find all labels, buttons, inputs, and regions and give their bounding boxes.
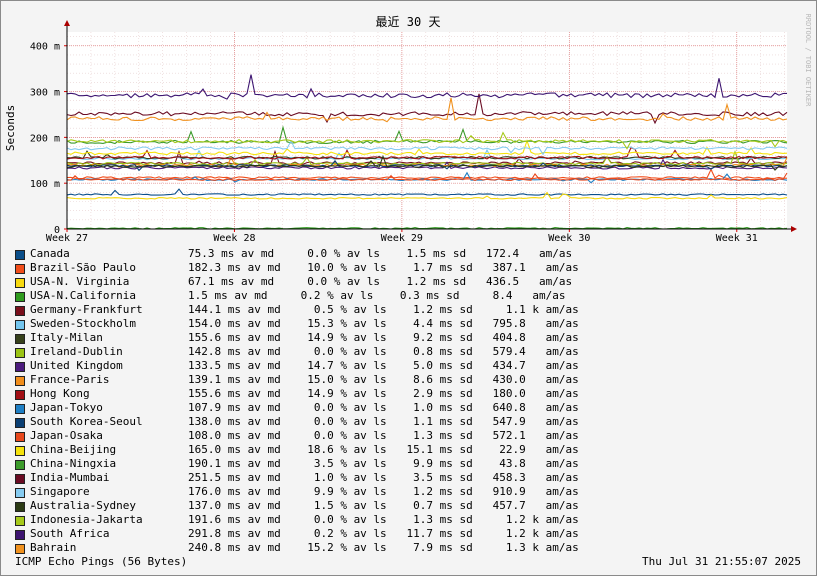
legend-swatch bbox=[15, 362, 25, 372]
legend-series-stats: 139.1 ms av md 15.0 % av ls 8.6 ms sd 43… bbox=[188, 373, 579, 386]
legend-series-name: South Africa bbox=[30, 527, 110, 540]
legend-series-stats: 108.0 ms av md 0.0 % av ls 1.3 ms sd 572… bbox=[188, 429, 579, 442]
x-tick-label: Week 30 bbox=[548, 233, 590, 244]
legend-series-name: South Korea-Seoul bbox=[30, 415, 143, 428]
legend-series-stats: 133.5 ms av md 14.7 % av ls 5.0 ms sd 43… bbox=[188, 359, 579, 372]
footer-timestamp: Thu Jul 31 21:55:07 2025 bbox=[642, 555, 801, 568]
legend-series-name: Sweden-Stockholm bbox=[30, 317, 136, 330]
footer-caption: ICMP Echo Pings (56 Bytes) bbox=[15, 555, 188, 568]
legend-series-name: Brazil-São Paulo bbox=[30, 261, 136, 274]
x-tick-label: Week 31 bbox=[716, 233, 758, 244]
legend-series-stats: 144.1 ms av md 0.5 % av ls 1.2 ms sd 1.1… bbox=[188, 303, 579, 316]
legend-series-name: China-Ningxia bbox=[30, 457, 117, 470]
legend-series-stats: 154.0 ms av md 15.3 % av ls 4.4 ms sd 79… bbox=[188, 317, 579, 330]
legend-swatch bbox=[15, 376, 25, 386]
legend-swatch bbox=[15, 348, 25, 358]
legend-series-name: Canada bbox=[30, 247, 70, 260]
legend-series-stats: 107.9 ms av md 0.0 % av ls 1.0 ms sd 640… bbox=[188, 401, 579, 414]
legend-series-name: Australia-Sydney bbox=[30, 499, 136, 512]
legend-series-name: Japan-Osaka bbox=[30, 429, 103, 442]
y-tick-label: 200 m bbox=[30, 133, 60, 144]
legend-series-stats: 137.0 ms av md 1.5 % av ls 0.7 ms sd 457… bbox=[188, 499, 579, 512]
legend-series-stats: 142.8 ms av md 0.0 % av ls 0.8 ms sd 579… bbox=[188, 345, 579, 358]
legend-series-name: France-Paris bbox=[30, 373, 110, 386]
legend-swatch bbox=[15, 320, 25, 330]
legend-series-stats: 1.5 ms av md 0.2 % av ls 0.3 ms sd 8.4 a… bbox=[188, 289, 566, 302]
legend-series-stats: 251.5 ms av md 1.0 % av ls 3.5 ms sd 458… bbox=[188, 471, 579, 484]
legend-swatch bbox=[15, 264, 25, 274]
legend-series-stats: 155.6 ms av md 14.9 % av ls 2.9 ms sd 18… bbox=[188, 387, 579, 400]
y-axis-arrow bbox=[64, 20, 70, 26]
legend-swatch bbox=[15, 278, 25, 288]
y-tick-label: 300 m bbox=[30, 88, 60, 99]
legend-series-stats: 182.3 ms av md 10.0 % av ls 1.7 ms sd 38… bbox=[188, 261, 579, 274]
legend-series-name: Hong Kong bbox=[30, 387, 90, 400]
legend-series-name: India-Mumbai bbox=[30, 471, 110, 484]
legend-series-stats: 190.1 ms av md 3.5 % av ls 9.9 ms sd 43.… bbox=[188, 457, 579, 470]
legend-swatch bbox=[15, 544, 25, 554]
legend-series-stats: 240.8 ms av md 15.2 % av ls 7.9 ms sd 1.… bbox=[188, 541, 579, 554]
grid bbox=[67, 32, 787, 229]
legend-swatch bbox=[15, 306, 25, 316]
chart-title: 最近 30 天 bbox=[376, 15, 441, 29]
legend-swatch bbox=[15, 460, 25, 470]
legend-series-name: Italy-Milan bbox=[30, 331, 103, 344]
legend-series-name: China-Beijing bbox=[30, 443, 117, 456]
legend-series-name: United Kingdom bbox=[30, 359, 123, 372]
legend-swatch bbox=[15, 488, 25, 498]
legend-swatch bbox=[15, 530, 25, 540]
y-tick-label: 100 m bbox=[30, 179, 60, 190]
legend-series-name: Japan-Tokyo bbox=[30, 401, 103, 414]
legend-swatch bbox=[15, 250, 25, 260]
chart-area: 最近 30 天 Seconds RRDTOOL / TOBI OETIKER 0… bbox=[4, 14, 812, 244]
legend-swatch bbox=[15, 502, 25, 512]
legend-swatch bbox=[15, 516, 25, 526]
x-tick-label: Week 28 bbox=[213, 233, 255, 244]
x-tick-label: Week 27 bbox=[46, 233, 88, 244]
legend-swatch bbox=[15, 334, 25, 344]
legend-series-name: Germany-Frankfurt bbox=[30, 303, 143, 316]
legend-series-stats: 138.0 ms av md 0.0 % av ls 1.1 ms sd 547… bbox=[188, 415, 579, 428]
legend-series-name: Bahrain bbox=[30, 541, 77, 554]
x-tick-label: Week 29 bbox=[381, 233, 423, 244]
legend-series-stats: 291.8 ms av md 0.2 % av ls 11.7 ms sd 1.… bbox=[188, 527, 579, 540]
legend-swatch bbox=[15, 432, 25, 442]
plot-background bbox=[67, 32, 787, 229]
legend-series-name: USA-N. Virginia bbox=[30, 275, 130, 288]
y-axis-label: Seconds bbox=[4, 105, 17, 151]
legend-swatch bbox=[15, 474, 25, 484]
legend-swatch bbox=[15, 446, 25, 456]
legend-swatch bbox=[15, 292, 25, 302]
legend-series-stats: 191.6 ms av md 0.0 % av ls 1.3 ms sd 1.2… bbox=[188, 513, 579, 526]
legend-swatch bbox=[15, 418, 25, 428]
legend-series-name: Indonesia-Jakarta bbox=[30, 513, 143, 526]
legend-swatch bbox=[15, 390, 25, 400]
legend-series-stats: 67.1 ms av md 0.0 % av ls 1.2 ms sd 436.… bbox=[188, 275, 573, 288]
legend-series-name: Singapore bbox=[30, 485, 90, 498]
legend-series-name: USA-N.California bbox=[30, 289, 136, 302]
legend-series-stats: 176.0 ms av md 9.9 % av ls 1.2 ms sd 910… bbox=[188, 485, 579, 498]
legend-series-stats: 75.3 ms av md 0.0 % av ls 1.5 ms sd 172.… bbox=[188, 247, 573, 260]
legend-series-stats: 155.6 ms av md 14.9 % av ls 9.2 ms sd 40… bbox=[188, 331, 579, 344]
x-axis-arrow bbox=[791, 226, 797, 232]
legend-series-stats: 165.0 ms av md 18.6 % av ls 15.1 ms sd 2… bbox=[188, 443, 579, 456]
legend-swatch bbox=[15, 404, 25, 414]
y-tick-label: 400 m bbox=[30, 42, 60, 53]
rrdtool-watermark: RRDTOOL / TOBI OETIKER bbox=[804, 14, 812, 108]
legend-series-name: Ireland-Dublin bbox=[30, 345, 123, 358]
